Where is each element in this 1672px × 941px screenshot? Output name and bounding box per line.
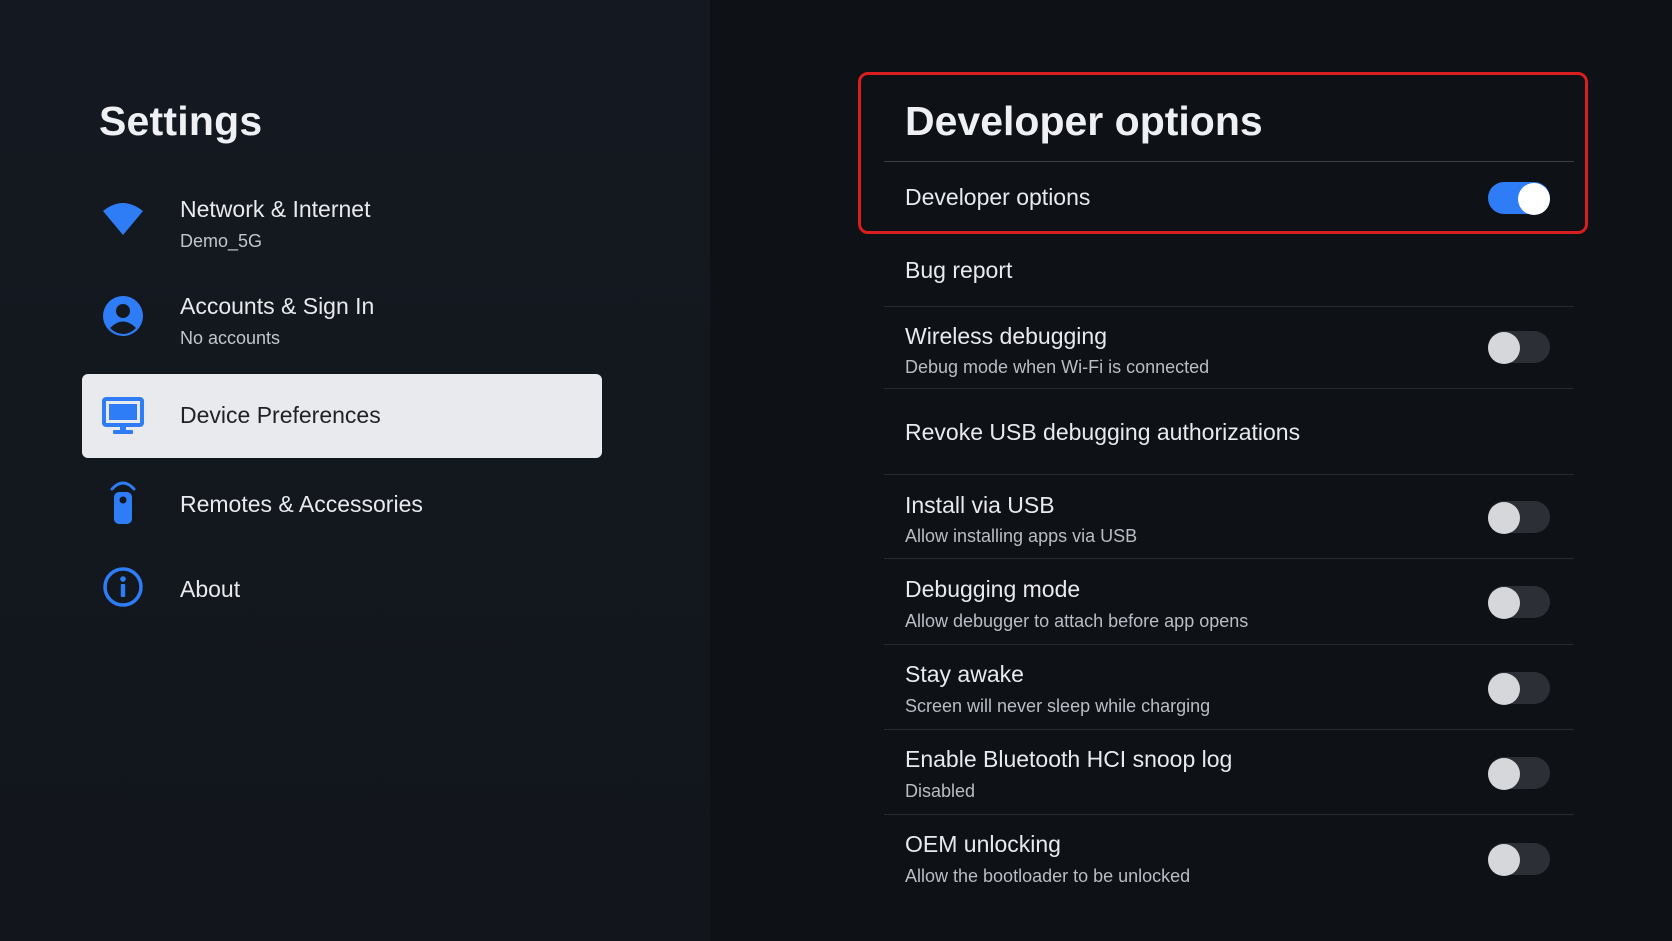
row-subtitle: Allow installing apps via USB — [905, 526, 1138, 546]
developer-options-toggle[interactable] — [1488, 182, 1550, 215]
toggle-knob — [1488, 502, 1520, 534]
bluetooth-hci-snoop-toggle[interactable] — [1488, 757, 1550, 790]
tv-icon — [100, 393, 146, 439]
sidebar-item-sublabel: No accounts — [180, 328, 281, 348]
row-title: Wireless debugging — [905, 323, 1108, 349]
sidebar-item-label: Accounts & Sign In — [180, 293, 375, 319]
toggle-knob — [1488, 844, 1520, 876]
sidebar-item-label: Network & Internet — [180, 196, 371, 222]
toggle-knob — [1488, 587, 1520, 619]
toggle-knob — [1488, 332, 1520, 364]
toggle-knob — [1518, 183, 1550, 215]
stay-awake-toggle[interactable] — [1488, 672, 1550, 705]
row-subtitle: Debug mode when Wi-Fi is connected — [905, 357, 1210, 377]
sidebar-item-sublabel: Demo_5G — [180, 231, 263, 251]
sidebar-item-about[interactable]: About — [82, 546, 602, 630]
sidebar-item-remotes[interactable]: Remotes & Accessories — [82, 461, 602, 545]
toggle-knob — [1488, 673, 1520, 705]
row-subtitle: Disabled — [905, 781, 976, 801]
oem-unlocking-toggle[interactable] — [1488, 843, 1550, 876]
bluetooth-hci-snoop-row[interactable]: Enable Bluetooth HCI snoop log Disabled — [884, 730, 1574, 815]
row-title: Enable Bluetooth HCI snoop log — [905, 746, 1233, 772]
row-title: Revoke USB debugging authorizations — [905, 419, 1301, 445]
wifi-icon — [100, 196, 146, 242]
row-title: Install via USB — [905, 492, 1055, 518]
stay-awake-row[interactable]: Stay awake Screen will never sleep while… — [884, 645, 1574, 730]
wireless-debugging-row[interactable]: Wireless debugging Debug mode when Wi-Fi… — [884, 307, 1574, 389]
settings-title: Settings — [99, 98, 263, 144]
settings-screen: Settings Network & Internet Demo_5G Acco… — [0, 0, 1672, 941]
bug-report-row[interactable]: Bug report — [884, 234, 1574, 307]
settings-sidebar: Settings Network & Internet Demo_5G Acco… — [0, 0, 710, 941]
sidebar-item-label: About — [180, 576, 241, 602]
account-icon — [100, 293, 146, 339]
sidebar-item-label: Remotes & Accessories — [180, 491, 423, 517]
row-subtitle: Screen will never sleep while charging — [905, 696, 1211, 716]
toggle-knob — [1488, 758, 1520, 790]
developer-options-master-row[interactable]: Developer options — [884, 162, 1574, 234]
install-via-usb-toggle[interactable] — [1488, 501, 1550, 534]
page-title: Developer options — [905, 98, 1263, 144]
row-title: Debugging mode — [905, 576, 1081, 602]
row-subtitle: Allow the bootloader to be unlocked — [905, 866, 1191, 886]
row-title: OEM unlocking — [905, 831, 1061, 857]
wireless-debugging-toggle[interactable] — [1488, 331, 1550, 364]
sidebar-item-network[interactable]: Network & Internet Demo_5G — [82, 184, 602, 268]
revoke-usb-row[interactable]: Revoke USB debugging authorizations — [884, 389, 1574, 475]
sidebar-item-device-preferences[interactable]: Device Preferences — [82, 374, 602, 458]
row-title: Stay awake — [905, 661, 1024, 687]
install-via-usb-row[interactable]: Install via USB Allow installing apps vi… — [884, 475, 1574, 559]
oem-unlocking-row[interactable]: OEM unlocking Allow the bootloader to be… — [884, 815, 1574, 905]
row-title: Bug report — [905, 257, 1013, 283]
debugging-mode-row[interactable]: Debugging mode Allow debugger to attach … — [884, 559, 1574, 645]
row-subtitle: Allow debugger to attach before app open… — [905, 611, 1249, 631]
remote-icon — [100, 479, 146, 525]
sidebar-item-label: Device Preferences — [180, 402, 381, 428]
sidebar-item-accounts[interactable]: Accounts & Sign In No accounts — [82, 281, 602, 365]
info-icon — [100, 564, 146, 610]
row-title: Developer options — [905, 184, 1091, 210]
debugging-mode-toggle[interactable] — [1488, 586, 1550, 619]
